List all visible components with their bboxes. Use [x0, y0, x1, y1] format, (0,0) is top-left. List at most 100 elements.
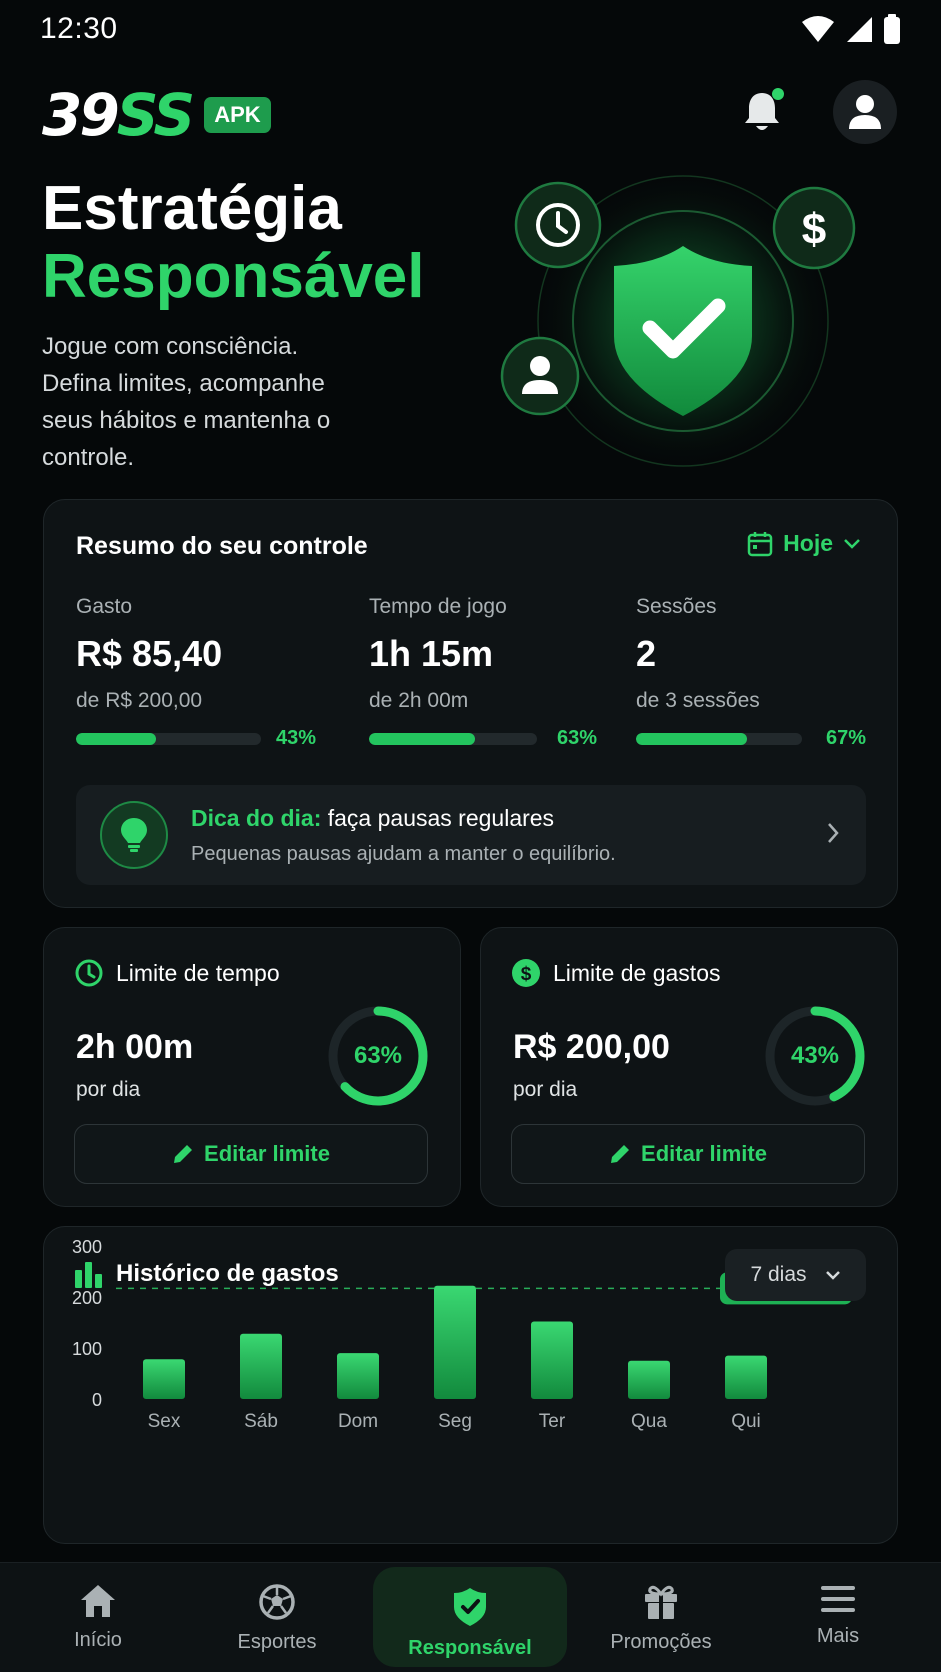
- lightbulb-icon: [100, 801, 168, 869]
- y-tick-label: 100: [72, 1339, 102, 1359]
- hero-description: Jogue com consciência. Defina limites, a…: [42, 333, 331, 471]
- limit-value: R$ 200,00: [513, 1028, 670, 1066]
- bottom-navigation: Início Esportes Responsável Promoções Ma…: [0, 1562, 941, 1672]
- period-label: Hoje: [783, 530, 833, 556]
- limit-title: Limite de gastos: [553, 959, 721, 986]
- user-badge: [500, 336, 580, 416]
- progress-fill: [76, 732, 156, 745]
- stat-sub: de 3 sessões: [636, 689, 760, 712]
- stat-value: 2: [636, 633, 657, 674]
- clock-icon: [75, 959, 103, 987]
- chevron-down-icon: [825, 1270, 840, 1280]
- y-tick-label: 200: [72, 1288, 102, 1308]
- nav-item-home[interactable]: Início: [4, 1563, 192, 1672]
- profile-button[interactable]: [833, 80, 897, 144]
- spend-history-card: 0100200300SexSábDomSegTerQuaQuiLimite: R…: [43, 1226, 898, 1544]
- stat-sessions: Sessões 2 de 3 sessões 67%: [636, 595, 866, 750]
- history-title: Histórico de gastos: [116, 1260, 339, 1287]
- bar-sex[interactable]: [143, 1359, 185, 1399]
- spend-limit-card: $ Limite de gastos R$ 200,00 por dia 43%…: [480, 927, 898, 1207]
- y-tick-label: 0: [92, 1390, 102, 1410]
- nav-item-responsible[interactable]: Responsável: [373, 1567, 567, 1667]
- limit-period: por dia: [513, 1078, 578, 1101]
- bar-qua[interactable]: [628, 1360, 670, 1399]
- edit-time-limit-button[interactable]: Editar limite: [74, 1124, 428, 1184]
- stat-value: 1h 15m: [369, 633, 494, 674]
- menu-icon: [821, 1586, 855, 1612]
- bar-seg[interactable]: [434, 1285, 476, 1399]
- svg-text:$: $: [521, 964, 532, 985]
- chevron-down-icon: [844, 538, 860, 549]
- pencil-icon: [611, 1145, 630, 1163]
- stat-sub: de 2h 00m: [369, 689, 469, 712]
- bar-chart-icon: [75, 1262, 102, 1288]
- stat-label: Tempo de jogo: [369, 595, 507, 618]
- progress-fill: [636, 732, 748, 745]
- progress-fill: [369, 732, 475, 745]
- calendar-icon: [747, 531, 773, 556]
- ring-percent: 63%: [353, 1042, 403, 1069]
- x-tick-label: Sáb: [244, 1411, 278, 1432]
- x-tick-label: Seg: [438, 1411, 472, 1432]
- nav-label: Responsável: [408, 1637, 532, 1659]
- x-tick-label: Qui: [731, 1411, 761, 1432]
- limit-value: 2h 00m: [76, 1028, 194, 1066]
- status-bar: 12:30: [0, 0, 941, 56]
- summary-title: Resumo do seu controle: [76, 532, 368, 560]
- chevron-right-icon: [828, 823, 839, 843]
- shield-illustration: $: [500, 171, 856, 471]
- bar-ter[interactable]: [531, 1321, 573, 1399]
- time-limit-card: Limite de tempo 2h 00m por dia 63% Edita…: [43, 927, 461, 1207]
- progress-percent: 67%: [825, 727, 866, 749]
- x-tick-label: Qua: [631, 1411, 667, 1432]
- x-tick-label: Sex: [148, 1411, 181, 1432]
- tip-title: Dica do dia: faça pausas regulares: [191, 805, 554, 832]
- nav-label: Esportes: [237, 1631, 317, 1653]
- nav-item-more[interactable]: Mais: [744, 1563, 932, 1672]
- progress-percent: 43%: [275, 727, 316, 749]
- nav-label: Promoções: [610, 1631, 712, 1653]
- stat-spent: Gasto R$ 85,40 de R$ 200,00 43%: [76, 595, 316, 750]
- bar-dom[interactable]: [337, 1353, 379, 1399]
- user-icon: [849, 95, 881, 129]
- range-selector[interactable]: 7 dias: [725, 1249, 866, 1301]
- tip-headline: faça pausas regulares: [327, 805, 555, 831]
- tip-text: Pequenas pausas ajudam a manter o equilí…: [191, 843, 616, 865]
- daily-tip[interactable]: Dica do dia: faça pausas regulares Peque…: [76, 785, 866, 885]
- dollar-badge: $: [772, 186, 856, 270]
- brand-logo[interactable]: 39 SS APK: [42, 86, 271, 144]
- progress-bar: [636, 732, 802, 745]
- period-selector[interactable]: Hoje: [747, 530, 861, 557]
- progress-bar: [369, 732, 537, 745]
- stat-label: Gasto: [76, 595, 133, 618]
- ring-percent: 43%: [790, 1042, 840, 1069]
- bar-qui[interactable]: [725, 1355, 767, 1399]
- stat-play-time: Tempo de jogo 1h 15m de 2h 00m 63%: [369, 595, 597, 750]
- battery-icon: [884, 14, 900, 44]
- bar-sáb[interactable]: [240, 1333, 282, 1399]
- limit-period: por dia: [76, 1078, 141, 1101]
- x-tick-label: Dom: [338, 1411, 378, 1432]
- gift-icon: [645, 1585, 677, 1619]
- edit-label: Editar limite: [641, 1141, 767, 1166]
- edit-label: Editar limite: [204, 1141, 330, 1166]
- home-icon: [81, 1585, 115, 1617]
- nav-item-promotions[interactable]: Promoções: [567, 1563, 755, 1672]
- nav-item-sports[interactable]: Esportes: [183, 1563, 371, 1672]
- hero-title: Estratégia: [42, 174, 342, 243]
- shield-check-icon: [454, 1588, 486, 1626]
- clock-badge: [514, 181, 602, 269]
- logo-number: 39: [42, 81, 120, 149]
- notifications-button[interactable]: [736, 86, 788, 138]
- stat-value: R$ 85,40: [76, 633, 223, 674]
- status-time: 12:30: [40, 12, 118, 45]
- pencil-icon: [174, 1145, 193, 1163]
- progress-bar: [76, 732, 261, 745]
- edit-spend-limit-button[interactable]: Editar limite: [511, 1124, 865, 1184]
- y-tick-label: 300: [72, 1237, 102, 1257]
- progress-percent: 63%: [556, 727, 597, 749]
- hero-title-highlight: Responsável: [42, 242, 425, 311]
- tip-prefix: Dica do dia:: [191, 805, 322, 831]
- nav-label: Início: [74, 1629, 122, 1651]
- stat-sub: de R$ 200,00: [76, 689, 203, 712]
